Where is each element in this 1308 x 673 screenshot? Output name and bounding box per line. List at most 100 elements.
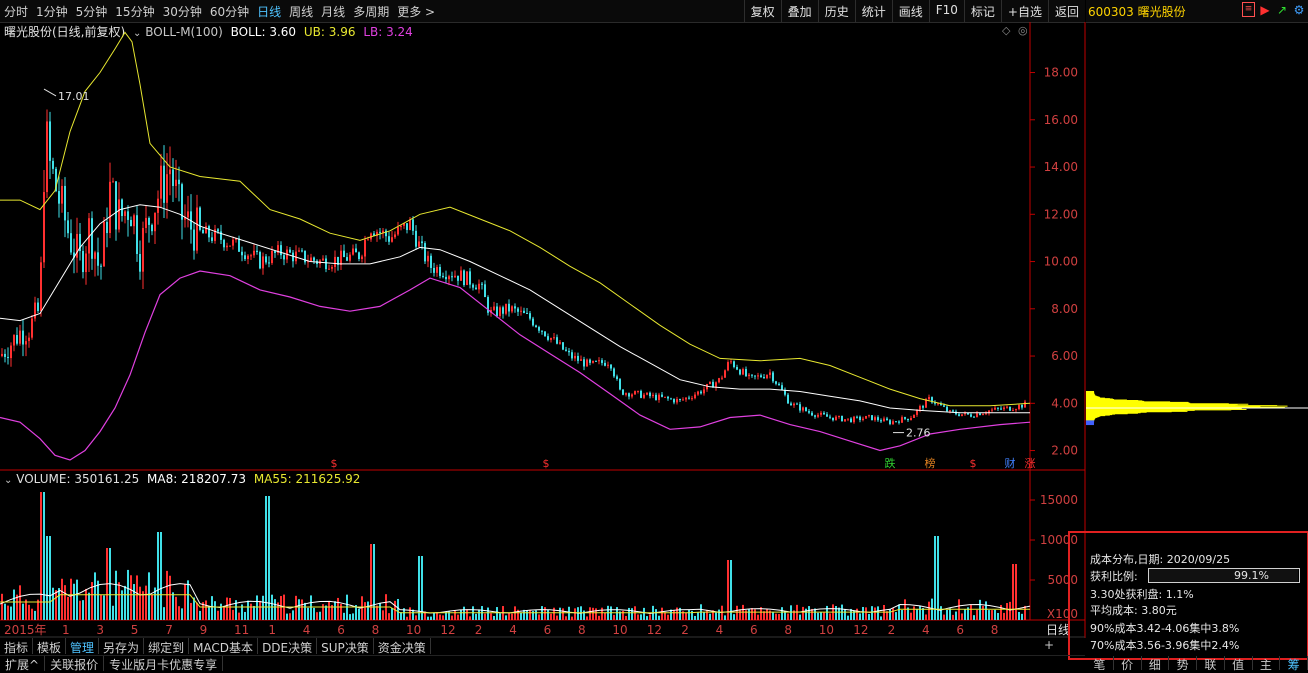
cost-90: 90%成本3.42-4.06集中3.8%: [1090, 622, 1240, 635]
candle-body: [322, 258, 324, 261]
volume-bar: [487, 607, 489, 620]
indicator-tab[interactable]: 另存为: [99, 638, 145, 655]
volume-bar: [139, 586, 141, 620]
indicator-tab[interactable]: 指标: [0, 638, 34, 655]
notes-icon[interactable]: ≡: [1242, 2, 1255, 17]
toolbar-button[interactable]: 复权: [743, 0, 781, 22]
right-tab[interactable]: 价: [1114, 656, 1142, 672]
volume-tick-label: 15000: [1040, 493, 1078, 507]
indicator-tab[interactable]: DDE决策: [258, 638, 318, 655]
indicator-tab[interactable]: 资金决策: [374, 638, 431, 655]
volume-bar: [625, 615, 627, 620]
price-tick-label: 16.00: [1044, 113, 1078, 127]
candle-body: [97, 252, 99, 266]
indicator-tab[interactable]: 模板: [33, 638, 67, 655]
right-tab[interactable]: 联: [1197, 656, 1225, 672]
volume-bar: [781, 607, 783, 620]
candle-body: [973, 416, 975, 418]
period-tab[interactable]: 月线: [321, 3, 345, 20]
volume-bar: [649, 614, 651, 620]
volume-bar: [442, 615, 444, 620]
toolbar-button[interactable]: 返回: [1047, 0, 1085, 22]
toolbar-button[interactable]: 叠加: [780, 0, 818, 22]
toolbar-button[interactable]: 历史: [817, 0, 855, 22]
volume-bar: [937, 536, 939, 620]
promo-bar: 扩展^ 关联报价 专业版月卡优惠专享: [0, 655, 1085, 672]
candle-body: [499, 307, 501, 317]
right-tab[interactable]: 筹: [1280, 656, 1308, 672]
toolbar-button[interactable]: 画线: [891, 0, 929, 22]
volume-bar: [547, 609, 549, 620]
time-axis-label: 6: [750, 623, 758, 637]
toolbar-button[interactable]: F10: [928, 0, 964, 22]
period-tab[interactable]: 30分钟: [163, 3, 202, 20]
candle-body: [463, 270, 465, 286]
right-tab[interactable]: 值: [1225, 656, 1253, 672]
volume-bar: [262, 595, 264, 620]
indicator-tab[interactable]: SUP决策: [317, 638, 374, 655]
candle-body: [163, 165, 165, 203]
volume-bar: [286, 613, 288, 620]
right-tab[interactable]: 笔: [1086, 656, 1114, 672]
gear-icon[interactable]: ⚙: [1292, 2, 1306, 18]
candle-body: [364, 239, 366, 257]
right-tab[interactable]: 势: [1169, 656, 1197, 672]
promo-item[interactable]: 扩展^: [0, 656, 46, 672]
indicator-tab[interactable]: 管理: [66, 638, 100, 655]
volume-bar: [829, 613, 831, 620]
volume-bar: [184, 583, 186, 620]
volume-bar: [817, 612, 819, 620]
period-tab[interactable]: 更多 >: [397, 3, 435, 20]
event-marker: 涨: [1025, 457, 1036, 470]
right-icons: ≡ ▶ ↗ ⚙: [1242, 2, 1306, 18]
candle-body: [118, 199, 120, 230]
volume-bar: [484, 613, 486, 620]
candle-body: [679, 399, 681, 401]
period-tabs: 分时 1分钟 5分钟 15分钟 30分钟 60分钟 日线 周线 月线 多周期 更多 >: [4, 3, 435, 20]
right-tab[interactable]: 主: [1253, 656, 1281, 672]
right-tab[interactable]: 细: [1142, 656, 1170, 672]
period-tab[interactable]: 多周期: [353, 3, 389, 20]
average-cost: 平均成本: 3.80元: [1090, 604, 1177, 617]
period-label: 日线: [1046, 623, 1070, 637]
time-axis-label: 5: [131, 623, 139, 637]
volume-bar: [76, 579, 78, 620]
volume-bar: [571, 616, 573, 620]
volume-bar: [493, 616, 495, 620]
candle-body: [406, 223, 408, 230]
volume-bar: [187, 580, 189, 620]
trend-icon[interactable]: ↗: [1275, 2, 1289, 18]
toolbar-button[interactable]: +自选: [1000, 0, 1048, 22]
indicator-tab[interactable]: 绑定到: [144, 638, 190, 655]
indicator-tab[interactable]: MACD基本: [189, 638, 259, 655]
add-indicator-button[interactable]: +: [1044, 638, 1054, 652]
period-tab[interactable]: 60分钟: [210, 3, 249, 20]
time-axis-label: 6: [956, 623, 964, 637]
candle-body: [970, 414, 972, 417]
period-tab[interactable]: 日线: [257, 3, 281, 20]
volume-bar: [10, 606, 12, 620]
period-tab[interactable]: 周线: [289, 3, 313, 20]
volume-bar: [133, 584, 135, 620]
period-tab[interactable]: 5分钟: [76, 3, 108, 20]
flag-icon[interactable]: ▶: [1258, 2, 1272, 18]
volume-bar: [7, 605, 9, 620]
price-volume-chart[interactable]: 18.00 16.00 14.00 12.00 10.00 8.00 6.00 4.00 2.0…: [0, 22, 1086, 638]
candle-body: [154, 212, 156, 232]
volume-bar: [220, 603, 222, 620]
volume-bar: [784, 611, 786, 620]
dividend-marker: $: [331, 457, 338, 470]
promo-item[interactable]: 关联报价: [45, 656, 105, 672]
toolbar-button[interactable]: 统计: [854, 0, 892, 22]
promo-item[interactable]: 专业版月卡优惠专享: [104, 656, 224, 672]
period-tab[interactable]: 分时: [4, 3, 28, 20]
volume-bar: [268, 496, 270, 620]
candle-body: [859, 416, 861, 421]
period-tab[interactable]: 1分钟: [36, 3, 68, 20]
volume-bar: [463, 606, 465, 620]
candle-body: [541, 330, 543, 332]
volume-bar: [973, 615, 975, 620]
toolbar-button[interactable]: 标记: [963, 0, 1001, 22]
period-tab[interactable]: 15分钟: [115, 3, 154, 20]
candle-body: [703, 389, 705, 394]
